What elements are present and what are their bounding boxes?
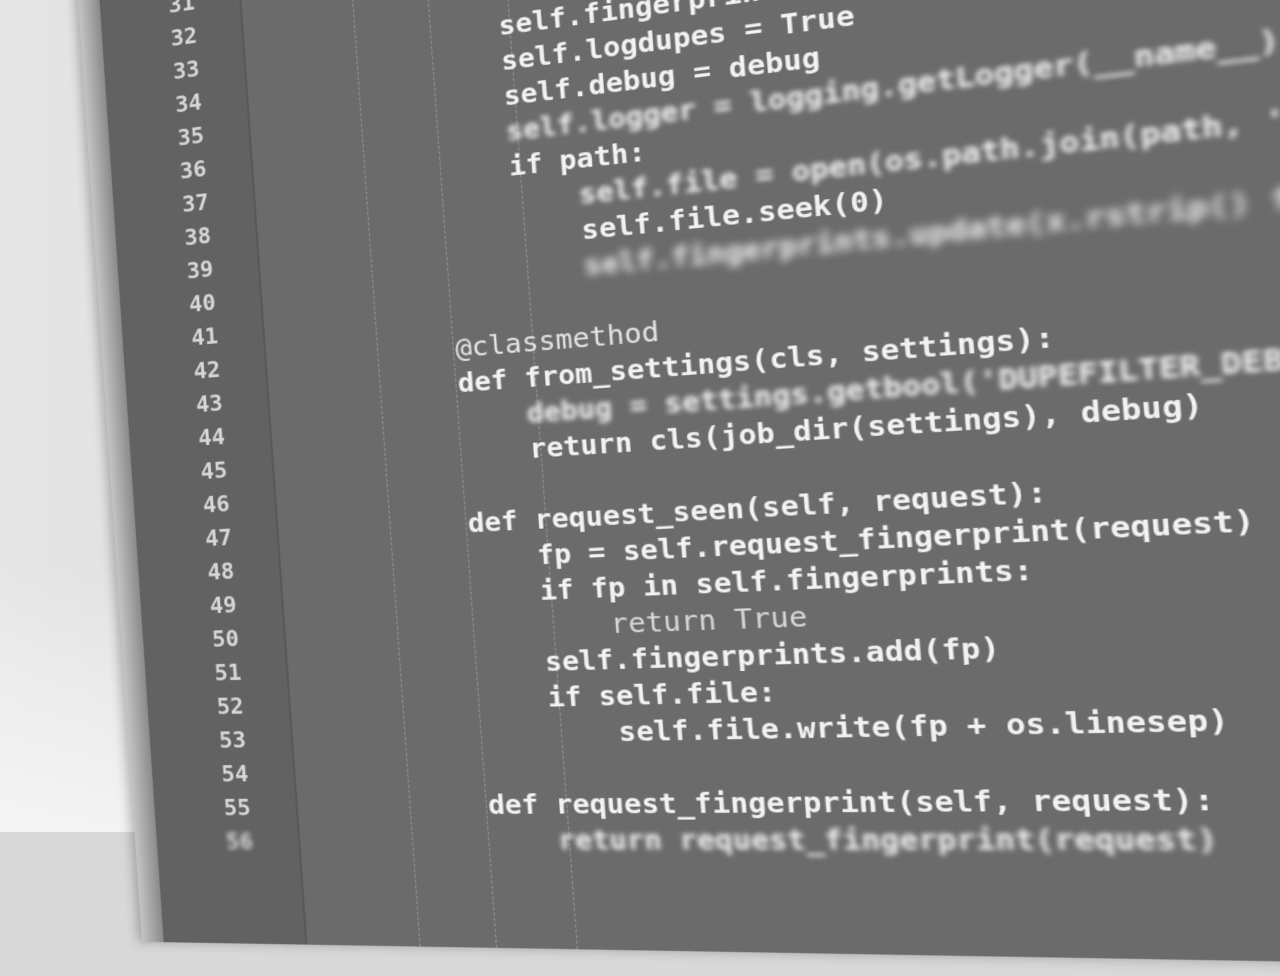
line-number: 56 bbox=[156, 825, 269, 859]
line-source bbox=[263, 779, 421, 781]
line-number: 54 bbox=[151, 757, 264, 792]
code-area: 31 def __init__(self, path=None, debug=F… bbox=[99, 0, 1280, 861]
line-source: return request_fingerprint(request) bbox=[266, 820, 1219, 860]
monitor: 31 def __init__(self, path=None, debug=F… bbox=[74, 0, 1280, 976]
line-source bbox=[244, 501, 400, 510]
line-number: 53 bbox=[149, 724, 261, 760]
code-editor-screen: 31 def __init__(self, path=None, debug=F… bbox=[95, 0, 1280, 976]
code-line: 56 return request_fingerprint(request) bbox=[156, 817, 1280, 862]
line-number: 52 bbox=[147, 690, 259, 726]
line-number: 55 bbox=[153, 791, 266, 825]
